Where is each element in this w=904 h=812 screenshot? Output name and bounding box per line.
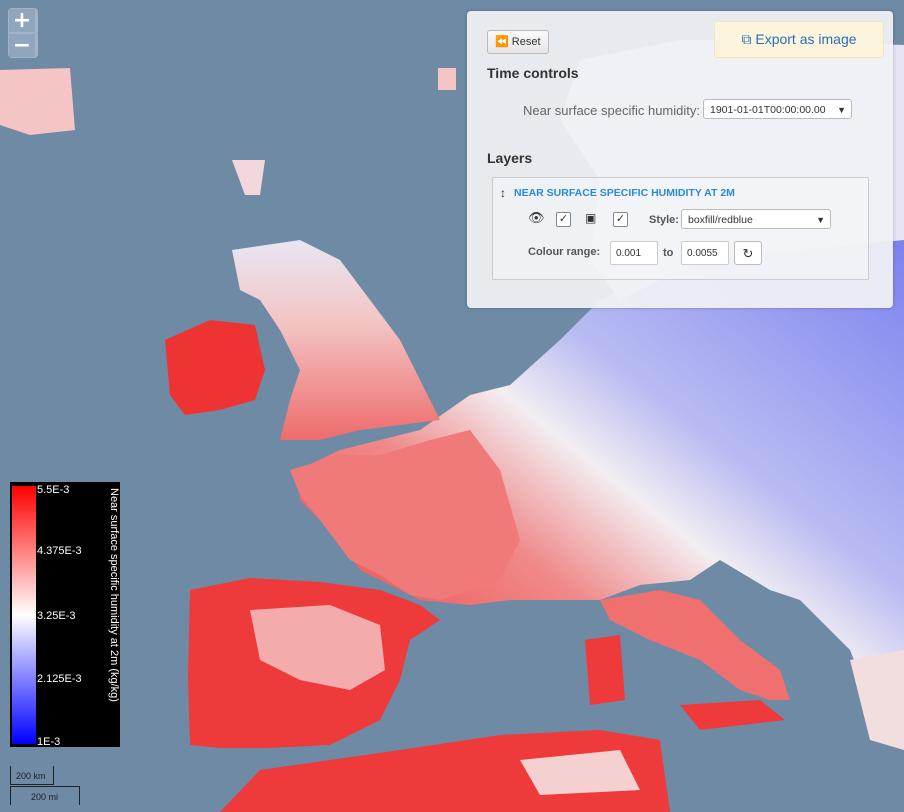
colour-legend: 5.5E-3 4.375E-3 3.25E-3 2.125E-3 1E-3 Ne… [10,482,120,748]
ireland-region [165,320,265,415]
legend-checkbox[interactable]: ✓ [613,212,628,227]
style-label: Style: [649,214,679,226]
style-select[interactable]: boxfill/redblue ▼ [681,209,831,229]
legend-title: Near surface specific humidity at 2m (kg… [108,488,120,702]
image-icon: ▣ [585,211,597,225]
iceland-region [0,68,75,135]
drag-handle-icon[interactable]: ↕ [500,186,506,200]
export-label: Export as image [755,31,857,47]
refresh-range-button[interactable]: ↻ [734,241,762,265]
corsica-sardinia-region [585,635,625,705]
eye-icon: 👁 [528,210,545,225]
colour-range-label: Colour range: [528,246,601,258]
export-image-button[interactable]: ⧉ Export as image [714,21,884,58]
reset-button[interactable]: ⏪ Reset [487,30,549,54]
reset-label: Reset [511,36,541,48]
layer-item: ↕ NEAR SURFACE SPECIFIC HUMIDITY AT 2M 👁… [492,177,869,280]
legend-tick-max: 5.5E-3 [37,484,70,496]
legend-colour-bar [12,486,36,744]
layers-heading: Layers [487,150,533,166]
time-controls-heading: Time controls [487,65,579,81]
zoom-out-button[interactable]: − [9,34,35,57]
time-select-value: 1901-01-01T00:00:00.00 [710,104,826,116]
layer-title: NEAR SURFACE SPECIFIC HUMIDITY AT 2M [514,187,735,199]
range-min-input[interactable]: 0.001 [610,241,658,265]
refresh-icon: ↻ [742,246,754,261]
range-to-label: to [663,247,674,259]
caret-down-icon: ▼ [816,215,825,225]
style-select-value: boxfill/redblue [688,214,753,226]
visibility-checkbox[interactable]: ✓ [556,212,571,227]
legend-tick-upper: 4.375E-3 [37,545,82,557]
rewind-icon: ⏪ [495,36,509,48]
legend-tick-min: 1E-3 [37,736,61,748]
time-select[interactable]: 1901-01-01T00:00:00.00 ▼ [703,99,852,119]
controls-panel: ⏪ Reset ⧉ Export as image Time controls … [467,11,893,308]
islet-region [438,68,456,90]
zoom-in-button[interactable]: + [9,9,35,32]
scale-imperial-label: 200 mi [31,792,59,802]
time-variable-label: Near surface specific humidity: [522,103,700,118]
zoom-control: + − [8,8,38,58]
caret-down-icon: ▼ [837,105,846,115]
legend-tick-mid: 3.25E-3 [37,610,76,622]
range-max-input[interactable]: 0.0055 [681,241,729,265]
scale-metric-label: 200 km [16,771,46,781]
external-link-icon: ⧉ [741,31,752,47]
legend-tick-lower: 2.125E-3 [37,673,82,685]
